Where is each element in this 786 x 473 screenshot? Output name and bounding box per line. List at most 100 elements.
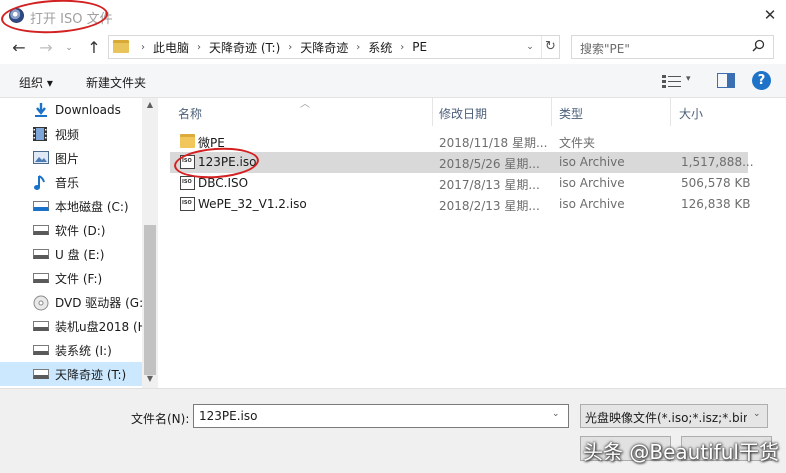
column-header-name[interactable]: 名称: [178, 105, 202, 122]
system-drive-icon: [33, 201, 49, 211]
chevron-down-icon[interactable]: ⌄: [753, 409, 761, 419]
scroll-down-icon[interactable]: ▼: [142, 374, 158, 386]
title-bar: 打开 ISO 文件 ✕: [0, 0, 786, 36]
filename-value: 123PE.iso: [199, 409, 258, 423]
nav-item-label: 视频: [55, 127, 80, 142]
filename-input[interactable]: 123PE.iso ⌄: [193, 404, 569, 428]
file-type: iso Archive: [559, 155, 625, 169]
nav-item-label: 装机u盘2018 (H: [55, 319, 142, 334]
nav-item-label: DVD 驱动器 (G:: [55, 295, 142, 310]
nav-item-pictures[interactable]: 图片: [0, 146, 142, 170]
forward-button[interactable]: →: [36, 38, 56, 58]
new-folder-button[interactable]: 新建文件夹: [86, 74, 146, 91]
file-type: iso Archive: [559, 176, 625, 190]
nav-item-label: 装系统 (I:): [55, 343, 112, 358]
breadcrumb-item[interactable]: PE: [412, 40, 427, 54]
nav-item-label: 音乐: [55, 175, 80, 190]
file-row[interactable]: DBC.ISO 2017/8/13 星期... iso Archive 506,…: [170, 173, 751, 194]
file-name: WePE_32_V1.2.iso: [198, 197, 307, 211]
drive-icon: [33, 369, 49, 379]
nav-item-label: 图片: [55, 151, 80, 166]
chevron-right-icon[interactable]: ›: [197, 42, 201, 53]
chevron-right-icon[interactable]: ›: [356, 42, 360, 53]
drive-icon: [33, 225, 49, 235]
filename-label: 文件名(N):: [131, 412, 190, 426]
file-size: 506,578 KB: [681, 176, 751, 190]
up-button[interactable]: ↑: [84, 38, 104, 58]
drive-icon: [33, 273, 49, 283]
breadcrumb-item[interactable]: 系统: [368, 39, 392, 56]
command-bar: 组织 ▾ 新建文件夹 ▾ ?: [0, 64, 786, 98]
music-icon: [33, 175, 49, 190]
nav-item-drive-h[interactable]: 装机u盘2018 (H: [0, 314, 142, 338]
recent-locations-button[interactable]: ⌄: [62, 38, 76, 58]
preview-pane-icon[interactable]: [717, 73, 735, 88]
chevron-right-icon[interactable]: ›: [400, 42, 404, 53]
address-dropdown-button[interactable]: ⌄: [523, 36, 537, 58]
nav-item-label: 软件 (D:): [55, 223, 106, 238]
navigation-pane: Downloads 视频 图片 音乐 本地磁盘 (C:) 软件 (D:) U 盘…: [0, 98, 158, 388]
breadcrumb-item[interactable]: 此电脑: [153, 39, 189, 56]
chevron-down-icon[interactable]: ▾: [686, 74, 691, 84]
search-input[interactable]: 搜索"PE": [571, 35, 774, 59]
nav-item-drive-t[interactable]: 天降奇迹 (T:): [0, 362, 142, 386]
file-size: 126,838 KB: [681, 197, 751, 211]
search-placeholder: 搜索"PE": [580, 42, 630, 56]
dvd-drive-icon: [33, 295, 49, 311]
scroll-up-icon[interactable]: ▲: [142, 100, 158, 112]
file-type-select[interactable]: 光盘映像文件(*.iso;*.isz;*.bin;* ⌄: [580, 404, 768, 428]
nav-item-label: 文件 (F:): [55, 271, 103, 286]
file-date: 2017/8/13 星期...: [439, 178, 540, 192]
folder-icon: [113, 40, 129, 53]
nav-item-drive-d[interactable]: 软件 (D:): [0, 218, 142, 242]
nav-item-drive-f[interactable]: 文件 (F:): [0, 266, 142, 290]
file-size: 1,517,888...: [681, 155, 754, 169]
view-options-icon[interactable]: [661, 73, 683, 89]
folder-icon: [180, 134, 195, 148]
drive-icon: [33, 345, 49, 355]
chevron-down-icon[interactable]: ⌄: [552, 409, 560, 419]
scrollbar-thumb[interactable]: [144, 225, 156, 375]
organize-menu-button[interactable]: 组织 ▾: [19, 74, 53, 91]
nav-item-label: 天降奇迹 (T:): [55, 367, 127, 382]
column-header-type[interactable]: 类型: [559, 105, 583, 122]
chevron-right-icon[interactable]: ›: [288, 42, 292, 53]
close-button[interactable]: ✕: [760, 5, 780, 25]
red-annotation-circle: [0, 0, 109, 36]
breadcrumb-item[interactable]: 天降奇迹 (T:): [209, 39, 280, 56]
search-icon[interactable]: [752, 39, 765, 56]
file-date: 2018/11/18 星期...: [439, 136, 548, 150]
nav-item-drive-i[interactable]: 装系统 (I:): [0, 338, 142, 362]
breadcrumb-item[interactable]: 天降奇迹: [300, 39, 348, 56]
nav-item-drive-c[interactable]: 本地磁盘 (C:): [0, 194, 142, 218]
nav-scrollbar[interactable]: ▲ ▼: [142, 98, 158, 388]
column-divider[interactable]: [670, 98, 671, 126]
column-header-date[interactable]: 修改日期: [439, 105, 487, 122]
column-divider[interactable]: [551, 98, 552, 126]
sort-ascending-icon: ︿: [300, 99, 310, 110]
help-button[interactable]: ?: [752, 71, 771, 90]
drive-icon: [33, 249, 49, 259]
address-bar[interactable]: › 此电脑 › 天降奇迹 (T:) › 天降奇迹 › 系统 › PE ⌄ ↻: [108, 35, 560, 59]
file-row[interactable]: WePE_32_V1.2.iso 2018/2/13 星期... iso Arc…: [170, 194, 751, 215]
file-type: iso Archive: [559, 197, 625, 211]
nav-item-videos[interactable]: 视频: [0, 122, 142, 146]
refresh-button[interactable]: ↻: [541, 36, 559, 58]
nav-item-drive-e[interactable]: U 盘 (E:): [0, 242, 142, 266]
breadcrumb: › 此电脑 › 天降奇迹 (T:) › 天降奇迹 › 系统 › PE: [133, 36, 427, 58]
nav-item-label: U 盘 (E:): [55, 247, 105, 262]
chevron-right-icon: ›: [141, 41, 145, 53]
column-header-size[interactable]: 大小: [679, 105, 703, 122]
nav-item-label: 本地磁盘 (C:): [55, 199, 129, 214]
back-button[interactable]: ←: [9, 38, 29, 58]
nav-item-label: Downloads: [55, 103, 121, 117]
nav-item-downloads[interactable]: Downloads: [0, 98, 142, 122]
nav-item-music[interactable]: 音乐: [0, 170, 142, 194]
file-list: ︿ 名称 修改日期 类型 大小 微PE 2018/11/18 星期... 文件夹…: [160, 98, 786, 388]
file-date: 2018/2/13 星期...: [439, 199, 540, 213]
file-type: 文件夹: [559, 136, 596, 150]
nav-item-dvd-drive[interactable]: DVD 驱动器 (G:: [0, 290, 142, 314]
video-icon: [33, 127, 49, 141]
file-row[interactable]: 微PE 2018/11/18 星期... 文件夹: [170, 131, 748, 152]
column-divider[interactable]: [432, 98, 433, 126]
